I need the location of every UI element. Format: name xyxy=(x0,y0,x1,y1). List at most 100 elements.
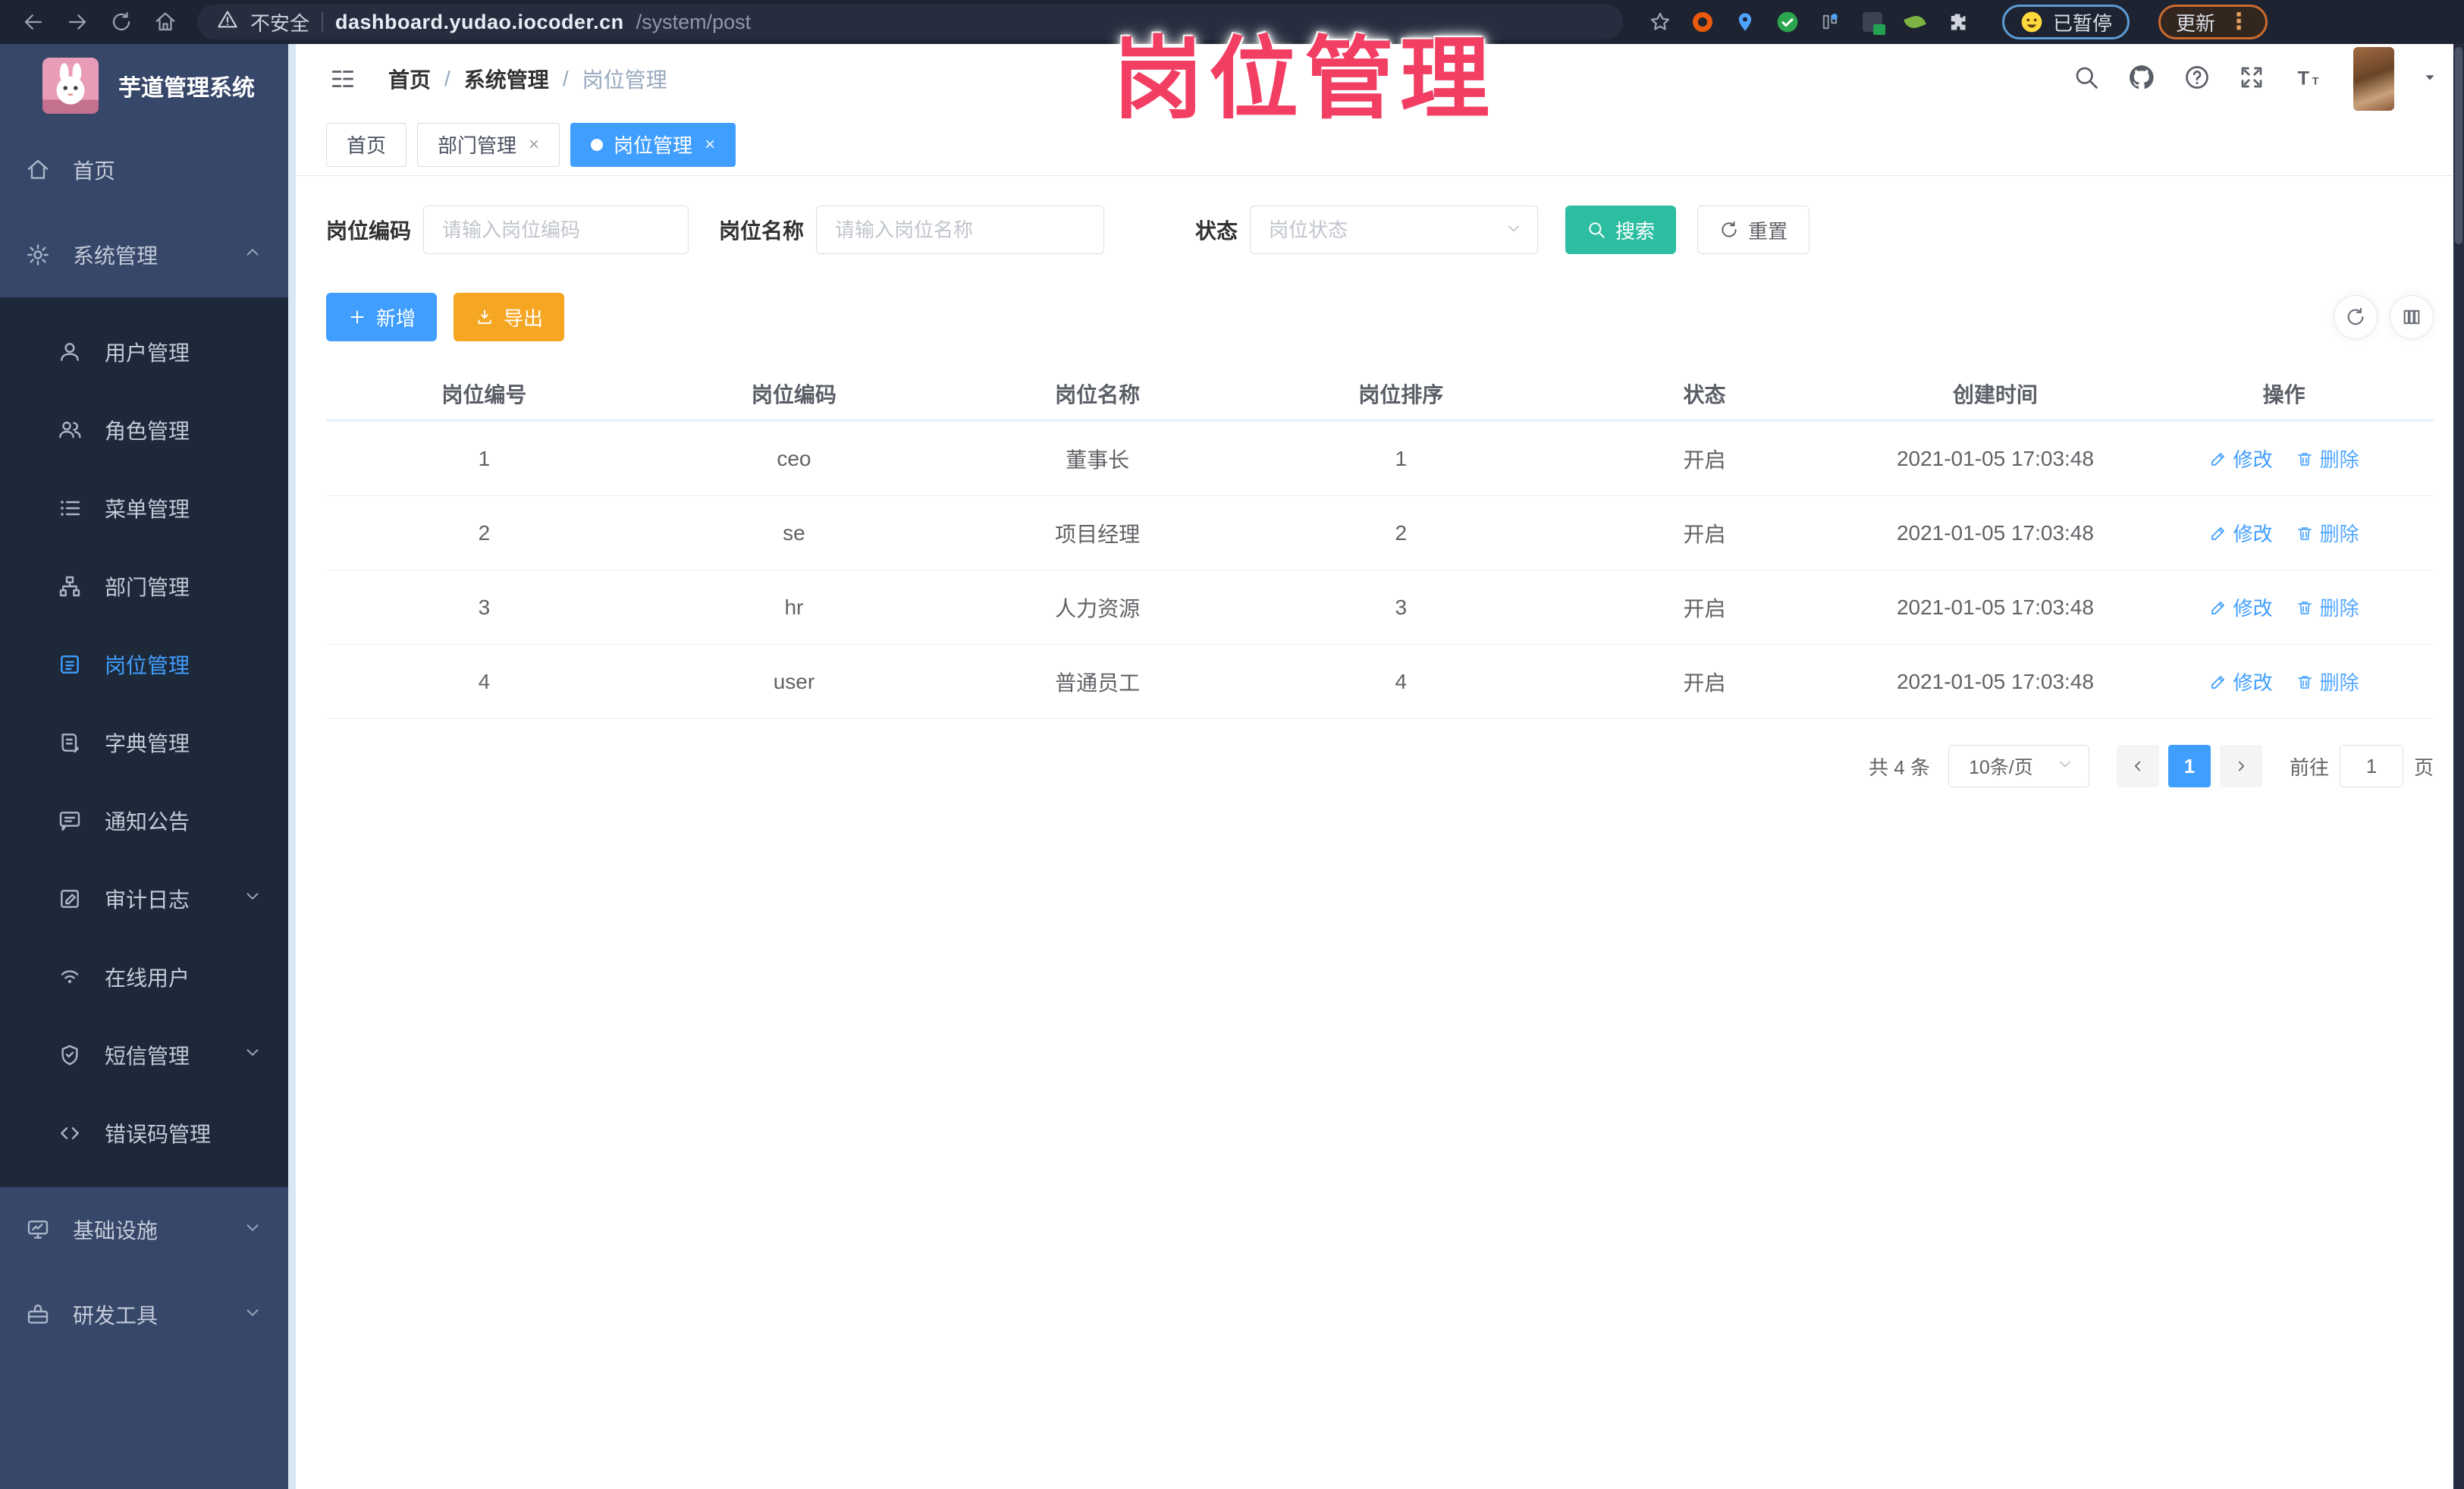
sidebar-item-system[interactable]: 系统管理 xyxy=(0,212,296,297)
update-label: 更新 xyxy=(2176,11,2216,35)
sidebar-item-posts[interactable]: 岗位管理 xyxy=(0,625,296,703)
status-label: 状态 xyxy=(1195,219,1238,243)
user-avatar[interactable] xyxy=(2353,47,2394,111)
next-page-button[interactable] xyxy=(2219,745,2262,787)
reset-button-label: 重置 xyxy=(1748,219,1788,243)
sidebar-item-home[interactable]: 首页 xyxy=(0,127,296,212)
cell-status: 开启 xyxy=(1683,671,1726,695)
col-header-created: 创建时间 xyxy=(1952,382,2038,407)
extension-check-icon[interactable] xyxy=(1775,9,1800,35)
sidebar-item-audit-log[interactable]: 审计日志 xyxy=(0,859,296,938)
sidebar-item-dictionary[interactable]: 字典管理 xyxy=(0,703,296,781)
sidebar-item-dev-tools[interactable]: 研发工具 xyxy=(0,1272,296,1357)
breadcrumb-system[interactable]: 系统管理 xyxy=(464,64,549,94)
page-size-input[interactable] xyxy=(1948,745,2089,787)
app-logo-row[interactable]: 芋道管理系统 xyxy=(0,44,296,127)
sidebar-item-users[interactable]: 用户管理 xyxy=(0,313,296,391)
sidebar-item-online-users[interactable]: 在线用户 xyxy=(0,938,296,1016)
help-icon[interactable] xyxy=(2183,64,2211,95)
font-size-icon[interactable]: TT xyxy=(2293,63,2321,96)
edit-link[interactable]: 修改 xyxy=(2209,519,2273,547)
search-button[interactable]: 搜索 xyxy=(1565,206,1677,254)
tab-close-icon[interactable]: × xyxy=(529,134,539,155)
cell-post-sort: 4 xyxy=(1395,669,1408,693)
sidebar-item-label: 错误码管理 xyxy=(105,1122,212,1146)
tab-label: 部门管理 xyxy=(438,134,517,157)
column-settings-button[interactable] xyxy=(2390,295,2434,339)
extension-database-icon[interactable] xyxy=(1860,9,1885,35)
sidebar-item-menus[interactable]: 菜单管理 xyxy=(0,469,296,547)
emoji-face-icon xyxy=(2021,11,2042,33)
avatar-caret-down-icon[interactable] xyxy=(2422,69,2438,90)
window-scrollbar-thumb[interactable] xyxy=(2455,47,2462,244)
breadcrumb: 首页 / 系统管理 / 岗位管理 xyxy=(388,64,667,94)
sidebar-item-sms[interactable]: 短信管理 xyxy=(0,1016,296,1094)
extension-orange-icon[interactable] xyxy=(1690,9,1715,35)
sidebar-item-label: 字典管理 xyxy=(105,731,190,755)
edit-link[interactable]: 修改 xyxy=(2209,593,2273,621)
cell-post-code: hr xyxy=(784,595,804,619)
reset-button[interactable]: 重置 xyxy=(1697,206,1810,254)
extension-columns-icon[interactable] xyxy=(1817,9,1843,35)
window-scrollbar[interactable] xyxy=(2453,44,2464,1489)
sidebar-item-label: 系统管理 xyxy=(73,244,159,268)
sidebar: 芋道管理系统 首页 系统管理 用户管理 角色管理 菜单管理 部门管理 岗位管理 … xyxy=(0,44,296,1489)
chevron-down-icon xyxy=(243,1217,262,1242)
bookmark-star-icon[interactable] xyxy=(1647,9,1673,35)
search-icon[interactable] xyxy=(2073,64,2100,95)
status-select[interactable] xyxy=(1250,206,1539,254)
omnibox-divider xyxy=(322,12,324,32)
sidebar-toggle-icon[interactable] xyxy=(326,62,359,96)
table-row: 3 hr 人力资源 3 开启 2021-01-05 17:03:48 修改 删除 xyxy=(326,570,2434,645)
url-host: dashboard.yudao.iocoder.cn xyxy=(335,10,624,33)
add-button-label: 新增 xyxy=(376,306,416,330)
extension-pin-icon[interactable] xyxy=(1732,9,1758,35)
monitor-icon xyxy=(23,1214,53,1245)
browser-update-pill[interactable]: 更新 ⋮ xyxy=(2158,5,2268,39)
edit-link[interactable]: 修改 xyxy=(2209,445,2273,473)
tab-close-icon[interactable]: × xyxy=(705,134,715,155)
sidebar-item-roles[interactable]: 角色管理 xyxy=(0,391,296,469)
paused-label: 已暂停 xyxy=(2053,11,2113,35)
delete-link[interactable]: 删除 xyxy=(2296,668,2359,696)
extension-puzzle-icon[interactable] xyxy=(1945,9,1970,35)
post-code-input[interactable] xyxy=(423,206,689,254)
delete-link[interactable]: 删除 xyxy=(2296,593,2359,621)
browser-forward-button[interactable] xyxy=(58,5,97,39)
tab-posts[interactable]: 岗位管理 × xyxy=(570,122,736,167)
tab-departments[interactable]: 部门管理 × xyxy=(417,122,560,167)
profile-paused-pill[interactable]: 已暂停 xyxy=(2002,5,2130,39)
sidebar-item-label: 审计日志 xyxy=(105,887,190,912)
export-button[interactable]: 导出 xyxy=(454,293,565,341)
browser-back-button[interactable] xyxy=(14,5,53,39)
delete-link[interactable]: 删除 xyxy=(2296,519,2359,547)
github-icon[interactable] xyxy=(2127,63,2156,96)
page-size-select[interactable] xyxy=(1948,745,2089,787)
browser-menu-icon[interactable]: ⋮ xyxy=(2227,11,2250,33)
refresh-table-button[interactable] xyxy=(2334,295,2378,339)
current-page[interactable]: 1 xyxy=(2167,745,2211,787)
fullscreen-icon[interactable] xyxy=(2238,64,2265,95)
goto-page-input[interactable] xyxy=(2339,745,2403,787)
tab-home[interactable]: 首页 xyxy=(326,122,407,167)
sidebar-scrollbar[interactable] xyxy=(288,44,296,1489)
post-name-input[interactable] xyxy=(816,206,1105,254)
sidebar-item-error-codes[interactable]: 错误码管理 xyxy=(0,1094,296,1172)
sidebar-item-departments[interactable]: 部门管理 xyxy=(0,547,296,625)
sidebar-submenu-system: 用户管理 角色管理 菜单管理 部门管理 岗位管理 字典管理 通知公告 审计日志 … xyxy=(0,297,296,1187)
edit-link[interactable]: 修改 xyxy=(2209,668,2273,696)
table-settings xyxy=(2334,295,2434,339)
sidebar-item-infrastructure[interactable]: 基础设施 xyxy=(0,1187,296,1272)
main-panel: 首页 / 系统管理 / 岗位管理 TT 首页 部门管理 × 岗位管理 × 岗位编… xyxy=(296,44,2464,1489)
extension-leaf-icon[interactable] xyxy=(1902,9,1928,35)
prev-page-button[interactable] xyxy=(2116,745,2159,787)
status-select-input[interactable] xyxy=(1250,206,1539,254)
browser-home-button[interactable] xyxy=(146,5,185,39)
cell-post-name: 项目经理 xyxy=(1055,522,1141,546)
add-button[interactable]: 新增 xyxy=(326,293,438,341)
delete-link[interactable]: 删除 xyxy=(2296,445,2359,473)
breadcrumb-home[interactable]: 首页 xyxy=(388,64,431,94)
sidebar-item-notices[interactable]: 通知公告 xyxy=(0,781,296,859)
table-toolbar: 新增 导出 xyxy=(326,293,2434,341)
browser-reload-button[interactable] xyxy=(102,5,141,39)
